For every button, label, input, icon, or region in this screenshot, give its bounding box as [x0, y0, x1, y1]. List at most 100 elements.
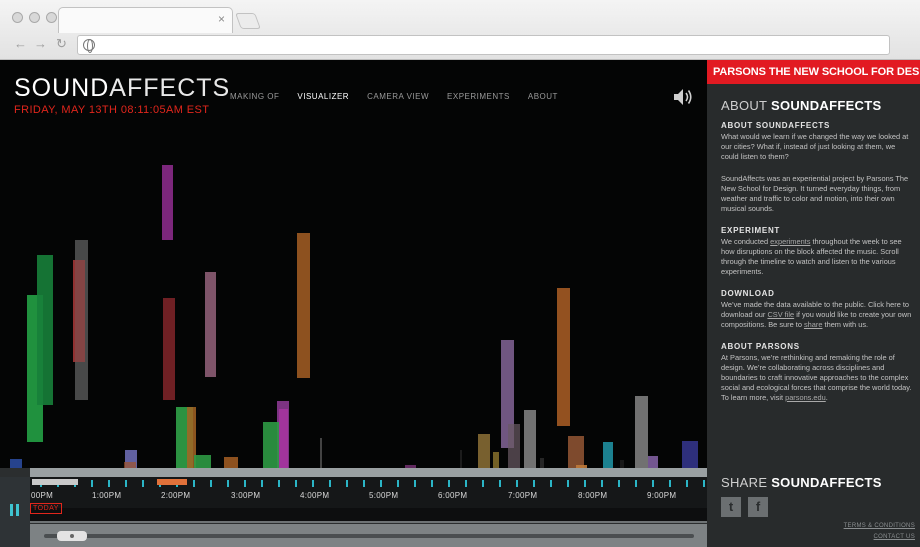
section-text: At Parsons, we’re rethinking and remakin…: [721, 353, 913, 403]
forward-button[interactable]: →: [34, 36, 47, 52]
timeline-tick: [125, 480, 127, 487]
timeline-hour-label: 1:00PM: [92, 491, 122, 500]
site-logo[interactable]: SOUNDAFFECTS: [14, 74, 230, 102]
timeline[interactable]: TODAY 00PM 1:00PM 2:00PM 3:00PM 4:00PM 5:00PM…: [0, 468, 707, 547]
timeline-event-marker[interactable]: [32, 479, 78, 485]
globe-icon: [83, 39, 95, 53]
sound-bar: [635, 396, 648, 470]
timeline-tick: [363, 480, 365, 487]
sound-bar: [263, 422, 279, 470]
timeline-scroll-thumb[interactable]: [57, 531, 87, 541]
timeline-tick: [227, 480, 229, 487]
contact-link[interactable]: CONTACT US: [844, 532, 915, 543]
new-tab-button[interactable]: [235, 13, 261, 29]
sound-bar: [279, 409, 288, 470]
section-experiment: EXPERIMENT We conducted experiments thro…: [721, 226, 913, 277]
about-sections: ABOUT SOUNDAFFECTS What would we learn i…: [721, 121, 913, 415]
section-heading: DOWNLOAD: [721, 289, 775, 298]
back-button[interactable]: ←: [14, 36, 27, 52]
logo-light: AFFECTS: [109, 74, 231, 102]
footer-links: TERMS & CONDITIONS CONTACT US: [844, 521, 915, 543]
timeline-tick: [380, 480, 382, 487]
timeline-divider: [30, 521, 707, 523]
timeline-tick: [703, 480, 705, 487]
share-title-strong: SOUNDAFFECTS: [771, 475, 882, 490]
about-title-strong: SOUNDAFFECTS: [770, 98, 882, 113]
timeline-tick: [567, 480, 569, 487]
about-sidebar: PARSONS THE NEW SCHOOL FOR DESIGN ABOUT …: [707, 60, 920, 547]
browser-chrome: × ← → ↻: [0, 0, 920, 60]
twitter-icon[interactable]: t: [721, 497, 741, 517]
timeline-tick: [686, 480, 688, 487]
window-controls: [12, 12, 57, 23]
timeline-hour-label: 6:00PM: [438, 491, 468, 500]
section-about-soundaffects: ABOUT SOUNDAFFECTS What would we learn i…: [721, 121, 913, 214]
section-text: SoundAffects was an experiential project…: [721, 174, 909, 213]
share-link[interactable]: share: [804, 320, 823, 329]
timeline-tick: [397, 480, 399, 487]
timeline-tick: [448, 480, 450, 487]
timeline-tick: [91, 480, 93, 487]
sound-bar: [73, 260, 85, 362]
timeline-tick: [499, 480, 501, 487]
social-links: t f: [721, 497, 768, 517]
text-fragment: them with us.: [822, 320, 869, 329]
sound-bar: [557, 288, 570, 426]
timeline-hour-label: 9:00PM: [647, 491, 677, 500]
csv-file-link[interactable]: CSV file: [767, 310, 794, 319]
section-text: What would we learn if we changed the wa…: [721, 132, 909, 161]
site: SOUNDAFFECTS FRIDAY, MAY 13TH 08:11:05AM…: [0, 60, 920, 547]
minimize-window-button[interactable]: [29, 12, 40, 23]
timeline-tick: [482, 480, 484, 487]
browser-tab[interactable]: ×: [58, 7, 233, 33]
timeline-tick: [516, 480, 518, 487]
facebook-icon[interactable]: f: [748, 497, 768, 517]
timeline-tick: [601, 480, 603, 487]
main-nav: MAKING OF VISUALIZER CAMERA VIEW EXPERIMENT…: [230, 92, 558, 101]
visualizer-panel: SOUNDAFFECTS FRIDAY, MAY 13TH 08:11:05AM…: [0, 60, 707, 547]
timeline-tick: [142, 480, 144, 487]
parsons-edu-link[interactable]: parsons.edu: [785, 393, 826, 402]
timeline-tick: [108, 480, 110, 487]
share-title-light: SHARE: [721, 475, 772, 490]
address-bar[interactable]: [77, 35, 890, 55]
section-download: DOWNLOAD We’ve made the data available t…: [721, 289, 913, 330]
parsons-brand-banner[interactable]: PARSONS THE NEW SCHOOL FOR DESIGN: [707, 60, 920, 84]
nav-experiments[interactable]: EXPERIMENTS: [447, 92, 510, 101]
timeline-tick: [533, 480, 535, 487]
nav-making-of[interactable]: MAKING OF: [230, 92, 279, 101]
timeline-tick: [652, 480, 654, 487]
speaker-volume-icon[interactable]: [672, 87, 694, 107]
timeline-tick: [465, 480, 467, 487]
about-title: ABOUT SOUNDAFFECTS: [721, 98, 881, 113]
terms-link[interactable]: TERMS & CONDITIONS: [844, 521, 915, 532]
close-window-button[interactable]: [12, 12, 23, 23]
timeline-tick: [261, 480, 263, 487]
timeline-scroll-groove: [44, 534, 694, 538]
reload-button[interactable]: ↻: [56, 36, 67, 52]
timeline-hour-label: 8:00PM: [578, 491, 608, 500]
nav-camera-view[interactable]: CAMERA VIEW: [367, 92, 429, 101]
experiments-link[interactable]: experiments: [770, 237, 810, 246]
tab-close-icon[interactable]: ×: [218, 12, 225, 26]
play-pause-button[interactable]: [0, 477, 30, 547]
sound-bar: [682, 441, 698, 470]
timeline-hour-label: 7:00PM: [508, 491, 538, 500]
timeline-top-rail: [30, 468, 707, 477]
sound-bar: [524, 410, 536, 470]
nav-visualizer[interactable]: VISUALIZER: [297, 92, 349, 101]
timeline-tick: [669, 480, 671, 487]
timeline-hour-label: 00PM: [31, 491, 54, 500]
section-heading: EXPERIMENT: [721, 226, 781, 235]
timeline-event-marker[interactable]: [157, 479, 187, 485]
timeline-tick: [278, 480, 280, 487]
current-datetime: FRIDAY, MAY 13TH 08:11:05AM EST: [14, 104, 210, 116]
timeline-hour-label: 5:00PM: [369, 491, 399, 500]
sound-bar: [297, 233, 310, 378]
maximize-window-button[interactable]: [46, 12, 57, 23]
sound-bar: [460, 450, 462, 470]
nav-about[interactable]: ABOUT: [528, 92, 558, 101]
section-about-parsons: ABOUT PARSONS At Parsons, we’re rethinki…: [721, 342, 913, 403]
timeline-tick: [295, 480, 297, 487]
section-heading: ABOUT SOUNDAFFECTS: [721, 121, 831, 130]
